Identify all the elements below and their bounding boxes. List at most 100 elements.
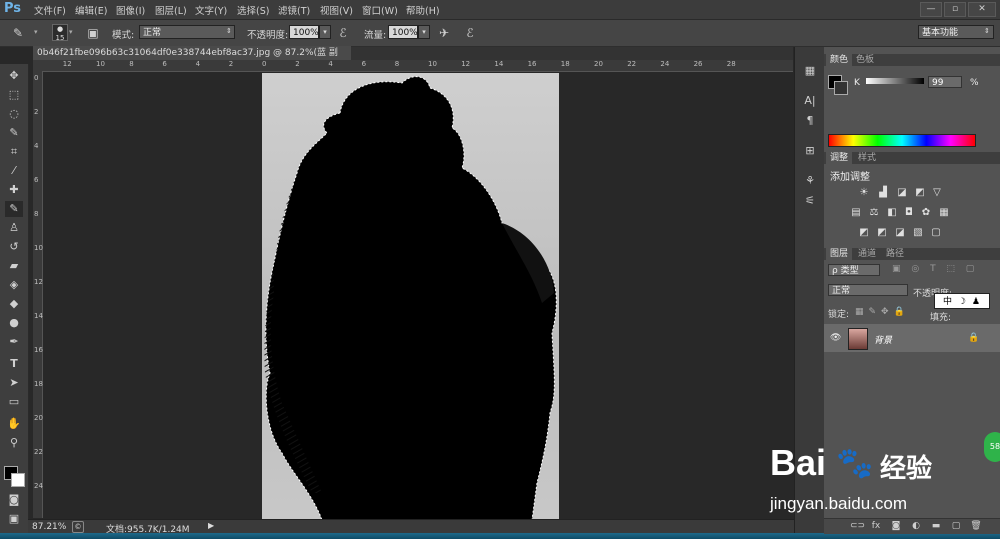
- chevron-down-icon[interactable]: ▾: [34, 28, 38, 36]
- tab-styles[interactable]: 样式: [854, 152, 880, 164]
- background-color-swatch[interactable]: [11, 473, 25, 487]
- menu-layer[interactable]: 图层(L): [155, 3, 187, 17]
- paint-bucket-tool-icon[interactable]: ◈: [5, 277, 23, 293]
- lasso-tool-icon[interactable]: ◌: [5, 106, 23, 122]
- black-white-icon[interactable]: ◧: [886, 207, 898, 218]
- clone-stamp-tool-icon[interactable]: ♙: [5, 220, 23, 236]
- status-menu-arrow-icon[interactable]: ▶: [208, 521, 214, 530]
- channel-mixer-icon[interactable]: ✿: [920, 207, 932, 218]
- gradient-map-icon[interactable]: ▧: [912, 227, 924, 238]
- mode-select[interactable]: 正常: [139, 25, 235, 39]
- brush-dot-icon: ●: [56, 25, 64, 33]
- blur-tool-icon[interactable]: ◆: [5, 296, 23, 312]
- hue-sat-icon[interactable]: ▤: [850, 207, 862, 218]
- zoom-level[interactable]: 87.21%: [32, 522, 66, 532]
- flow-input[interactable]: 100%: [388, 25, 418, 39]
- tab-color[interactable]: 颜色: [826, 54, 853, 66]
- tab-layers[interactable]: 图层: [826, 248, 853, 260]
- vibrance-icon[interactable]: ▽: [931, 187, 943, 198]
- brush-panel-toggle-icon[interactable]: ▣: [85, 25, 101, 41]
- path-select-tool-icon[interactable]: ➤: [5, 375, 23, 391]
- flow-dropdown[interactable]: ▾: [418, 25, 430, 39]
- quick-select-tool-icon[interactable]: ✎: [5, 125, 23, 141]
- tab-adjustments[interactable]: 调整: [826, 152, 853, 164]
- layer-thumbnail: [848, 328, 868, 350]
- photo-filter-icon[interactable]: ◘: [903, 207, 915, 218]
- layer-filter-icons[interactable]: ▣ ◎ T ⬚ ▢: [892, 264, 978, 274]
- menu-filter[interactable]: 滤镜(T): [278, 3, 310, 17]
- character-panel-icon[interactable]: A|: [802, 93, 818, 109]
- selective-color-icon[interactable]: ▢: [930, 227, 942, 238]
- hand-tool-icon[interactable]: ✋: [5, 416, 23, 432]
- restore-button[interactable]: ▫: [944, 2, 966, 17]
- lock-icons[interactable]: ▦✎✥🔒: [855, 307, 910, 317]
- exposure-icon[interactable]: ◩: [914, 187, 926, 198]
- dodge-tool-icon[interactable]: ●: [5, 315, 23, 331]
- eraser-tool-icon[interactable]: ▰: [5, 258, 23, 274]
- floating-badge[interactable]: 58: [984, 432, 1000, 462]
- screen-mode-icon[interactable]: ▣: [5, 511, 23, 527]
- document-image[interactable]: [262, 73, 559, 520]
- posterize-icon[interactable]: ◩: [876, 227, 888, 238]
- brush-presets-panel-icon[interactable]: ⚟: [802, 193, 818, 209]
- layer-kind-filter[interactable]: ρ 类型: [828, 264, 880, 276]
- visibility-eye-icon[interactable]: 👁: [830, 333, 841, 343]
- levels-icon[interactable]: ▟: [877, 187, 889, 198]
- crop-tool-icon[interactable]: ⌗: [5, 144, 23, 160]
- layer-row-background[interactable]: 👁 背景 🔒: [824, 324, 1000, 352]
- tab-channels[interactable]: 通道: [854, 248, 880, 260]
- healing-brush-tool-icon[interactable]: ✚: [5, 182, 23, 198]
- brightness-icon[interactable]: ☀: [858, 187, 870, 198]
- brush-tool-preset-icon[interactable]: ✎: [10, 25, 26, 41]
- tab-swatches[interactable]: 色板: [852, 54, 878, 66]
- actions-panel-icon[interactable]: ⊞: [802, 143, 818, 159]
- pen-tool-icon[interactable]: ✒: [5, 334, 23, 350]
- tab-paths[interactable]: 路径: [882, 248, 908, 260]
- marquee-tool-icon[interactable]: ⬚: [5, 87, 23, 103]
- menu-help[interactable]: 帮助(H): [406, 3, 440, 17]
- menu-image[interactable]: 图像(I): [116, 3, 145, 17]
- bg-color-chip[interactable]: [834, 81, 848, 95]
- zoom-tool-icon[interactable]: ⚲: [5, 435, 23, 451]
- pressure-size-icon[interactable]: ℰ: [462, 25, 478, 41]
- curves-icon[interactable]: ◪: [896, 187, 908, 198]
- blend-mode-select[interactable]: 正常: [828, 284, 908, 296]
- menu-file[interactable]: 文件(F): [34, 3, 66, 17]
- brush-size-picker[interactable]: ● 15: [52, 24, 68, 42]
- menu-view[interactable]: 视图(V): [320, 3, 353, 17]
- move-tool-icon[interactable]: ✥: [5, 68, 23, 84]
- chevron-down-icon[interactable]: ▾: [69, 28, 73, 36]
- menu-select[interactable]: 选择(S): [237, 3, 269, 17]
- menu-type[interactable]: 文字(Y): [195, 3, 227, 17]
- minimize-button[interactable]: —: [920, 2, 942, 17]
- quick-mask-icon[interactable]: ◙: [5, 492, 23, 508]
- threshold-icon[interactable]: ◪: [894, 227, 906, 238]
- eyedropper-tool-icon[interactable]: ⁄: [5, 163, 23, 179]
- invert-icon[interactable]: ◩: [858, 227, 870, 238]
- opacity-input[interactable]: 100%: [289, 25, 319, 39]
- tool-presets-panel-icon[interactable]: ⚘: [802, 173, 818, 189]
- export-icon[interactable]: ©: [72, 521, 84, 533]
- k-slider[interactable]: [866, 78, 924, 84]
- shape-tool-icon[interactable]: ▭: [5, 394, 23, 410]
- history-panel-icon[interactable]: ▦: [802, 63, 818, 79]
- type-tool-icon[interactable]: T: [5, 356, 23, 372]
- document-tab[interactable]: 0b46f21fbe096b63c31064df0e338744ebf8ac37…: [33, 46, 351, 72]
- pressure-opacity-icon[interactable]: ℰ: [335, 25, 351, 41]
- color-balance-icon[interactable]: ⚖: [868, 207, 880, 218]
- layer-name[interactable]: 背景: [874, 333, 892, 346]
- color-lookup-icon[interactable]: ▦: [938, 207, 950, 218]
- history-brush-tool-icon[interactable]: ↺: [5, 239, 23, 255]
- k-value-input[interactable]: 99: [928, 76, 962, 88]
- brush-tool-icon[interactable]: ✎: [5, 201, 23, 217]
- menu-edit[interactable]: 编辑(E): [75, 3, 107, 17]
- ruler-vertical: 0 2 4 6 8 10 12 14 16 18 20 22 24: [33, 71, 43, 518]
- color-spectrum[interactable]: [828, 134, 976, 147]
- menu-window[interactable]: 窗口(W): [362, 3, 398, 17]
- close-button[interactable]: ✕: [968, 2, 996, 17]
- opacity-dropdown[interactable]: ▾: [319, 25, 331, 39]
- workspace-select[interactable]: 基本功能: [918, 25, 994, 39]
- airbrush-icon[interactable]: ✈: [436, 25, 452, 41]
- ime-indicator[interactable]: 中 ☽ ♟: [934, 293, 990, 309]
- paragraph-panel-icon[interactable]: ¶: [802, 113, 818, 129]
